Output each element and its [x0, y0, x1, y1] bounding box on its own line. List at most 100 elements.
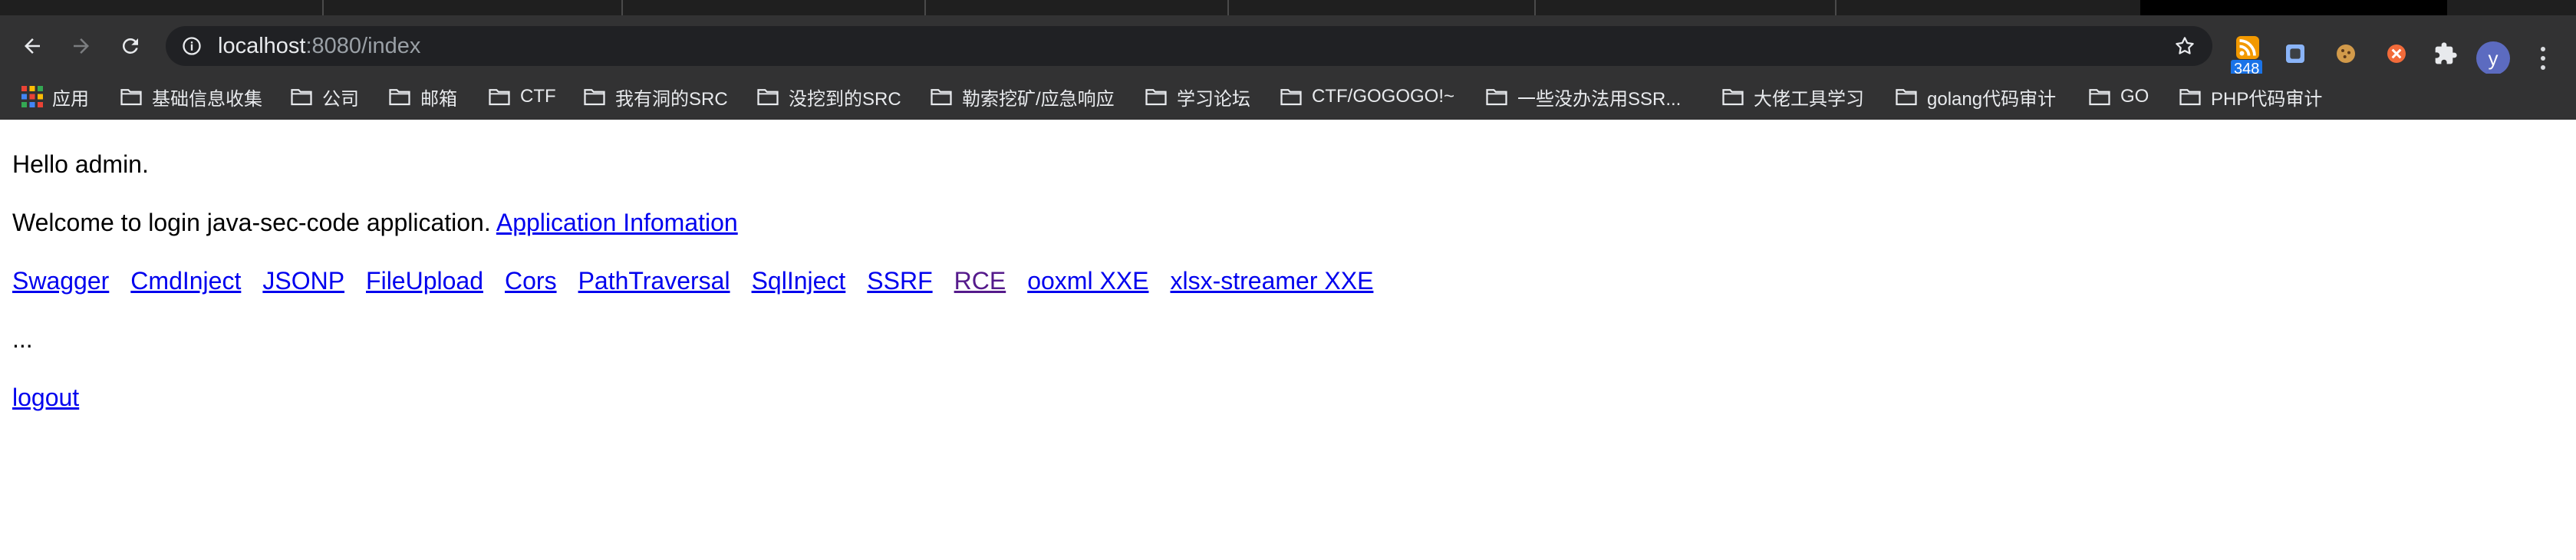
folder-icon	[2089, 89, 2110, 106]
site-info-button[interactable]	[180, 34, 204, 58]
ssrf-link[interactable]: SSRF	[867, 267, 932, 295]
bookmark-label: 应用	[52, 88, 89, 110]
folder-icon	[2179, 89, 2201, 106]
folder-icon	[389, 89, 410, 106]
bookmark-label: 我有洞的SRC	[615, 88, 728, 110]
tab-divider	[1534, 0, 1536, 15]
bookmark-label: PHP代码审计	[2211, 88, 2323, 110]
bookmark-folder[interactable]: 一些没办法用SSR...	[1485, 81, 1681, 112]
puzzle-icon	[2435, 42, 2457, 64]
forward-icon	[74, 38, 89, 54]
folder-icon	[584, 89, 605, 106]
bookmark-folder[interactable]: 勒索挖矿/应急响应	[930, 81, 1115, 112]
extension-button[interactable]	[2280, 38, 2311, 69]
vuln-links: Swagger CmdInject JSONP FileUpload Cors PathT…	[12, 265, 1395, 296]
bookmark-label: CTF/GOGOGO!~	[1312, 86, 1455, 107]
bookmark-folder[interactable]: GO	[2088, 81, 2149, 112]
bookmark-star-button[interactable]	[2171, 32, 2199, 60]
menu-dot	[2541, 56, 2545, 61]
address-bar[interactable]: localhost:8080/index	[166, 26, 2212, 66]
cookie-icon	[2337, 44, 2355, 63]
reload-button[interactable]	[114, 29, 147, 63]
bookmark-folder[interactable]: 公司	[290, 81, 359, 112]
proxy-extension-button[interactable]	[2381, 38, 2412, 69]
bookmark-folder[interactable]: 邮箱	[388, 81, 457, 112]
bookmark-folder[interactable]: golang代码审计	[1895, 81, 2056, 112]
cors-link[interactable]: Cors	[505, 267, 557, 295]
bookmark-label: 学习论坛	[1177, 88, 1250, 110]
profile-avatar[interactable]: y	[2476, 41, 2510, 75]
apps-grid-icon	[21, 86, 43, 107]
reload-icon	[122, 38, 138, 54]
bookmark-folder[interactable]: 基础信息收集	[120, 81, 262, 112]
proxy-icon	[2387, 44, 2406, 63]
folder-icon	[489, 89, 510, 106]
folder-icon	[291, 89, 312, 106]
bookmark-label: 邮箱	[420, 88, 457, 110]
folder-icon	[1145, 89, 1167, 106]
bookmark-label: 一些没办法用SSR...	[1517, 88, 1682, 110]
folder-icon	[1280, 89, 1302, 106]
star-icon	[2176, 37, 2194, 54]
cookie-extension-button[interactable]	[2331, 38, 2361, 69]
application-info-link[interactable]: Application Infomation	[496, 209, 738, 236]
jsonp-link[interactable]: JSONP	[262, 267, 344, 295]
sqlinject-link[interactable]: SqlInject	[752, 267, 846, 295]
url-host: localhost	[218, 34, 306, 58]
folder-icon	[120, 89, 142, 106]
ooxml-xxe-link[interactable]: ooxml XXE	[1027, 267, 1148, 295]
bookmark-label: golang代码审计	[1927, 88, 2057, 110]
rce-link[interactable]: RCE	[954, 267, 1006, 295]
rss-extension-button[interactable]	[2232, 32, 2263, 63]
back-button[interactable]	[15, 29, 49, 63]
bookmark-folder[interactable]: CTF	[488, 81, 556, 112]
back-icon	[25, 38, 40, 54]
bookmark-label: CTF	[520, 86, 556, 107]
bookmark-label: 没挖到的SRC	[789, 88, 901, 110]
url-path: :8080/index	[305, 34, 421, 58]
folder-icon	[1722, 89, 1744, 106]
tab-strip	[0, 0, 2576, 15]
bookmark-label: GO	[2120, 86, 2149, 107]
tab-divider	[621, 0, 623, 15]
welcome-text: Welcome to login java-sec-code applicati…	[12, 209, 491, 236]
welcome-line: Welcome to login java-sec-code applicati…	[12, 207, 759, 238]
folder-icon	[1486, 89, 1507, 106]
folder-icon	[931, 89, 952, 106]
bookmark-folder[interactable]: 学习论坛	[1145, 81, 1250, 112]
tab-divider	[322, 0, 324, 15]
forward-button[interactable]	[64, 29, 98, 63]
bookmark-label: 大佬工具学习	[1754, 88, 1864, 110]
folder-icon	[757, 89, 779, 106]
tab-divider	[1835, 0, 1836, 15]
bookmark-label: 基础信息收集	[152, 88, 262, 110]
fileupload-link[interactable]: FileUpload	[366, 267, 483, 295]
bookmark-folder[interactable]: 没挖到的SRC	[756, 81, 901, 112]
tab-divider	[924, 0, 926, 15]
folder-icon	[1896, 89, 1917, 106]
logout-line: logout	[12, 382, 100, 413]
bookmark-apps[interactable]: 应用	[21, 81, 89, 112]
swagger-link[interactable]: Swagger	[12, 267, 109, 295]
ellipsis-text: ...	[12, 325, 33, 353]
logout-link[interactable]: logout	[12, 384, 79, 411]
browser-menu-button[interactable]	[2532, 43, 2555, 74]
menu-dot	[2541, 47, 2545, 51]
extension-app-icon	[2286, 44, 2304, 63]
bookmarks-bar: 应用 基础信息收集 公司 邮箱 CTF 我有洞的SRC 没挖到的SRC 勒索挖矿…	[0, 74, 2576, 120]
menu-dot	[2541, 65, 2545, 70]
greeting: Hello admin.	[12, 150, 149, 178]
active-tab[interactable]	[2140, 0, 2447, 15]
bookmark-folder[interactable]: 我有洞的SRC	[583, 81, 728, 112]
extensions-menu-button[interactable]	[2430, 38, 2461, 69]
xlsx-streamer-xxe-link[interactable]: xlsx-streamer XXE	[1170, 267, 1373, 295]
rss-icon	[2236, 36, 2259, 59]
browser-toolbar: localhost:8080/index 348 y	[0, 15, 2576, 78]
url-text[interactable]: localhost:8080/index	[218, 34, 420, 58]
bookmark-folder[interactable]: 大佬工具学习	[1721, 81, 1864, 112]
bookmark-folder[interactable]: CTF/GOGOGO!~	[1280, 81, 1454, 112]
tab-divider	[1227, 0, 1229, 15]
cmdinject-link[interactable]: CmdInject	[130, 267, 241, 295]
pathtraversal-link[interactable]: PathTraversal	[578, 267, 730, 295]
bookmark-folder[interactable]: PHP代码审计	[2179, 81, 2322, 112]
